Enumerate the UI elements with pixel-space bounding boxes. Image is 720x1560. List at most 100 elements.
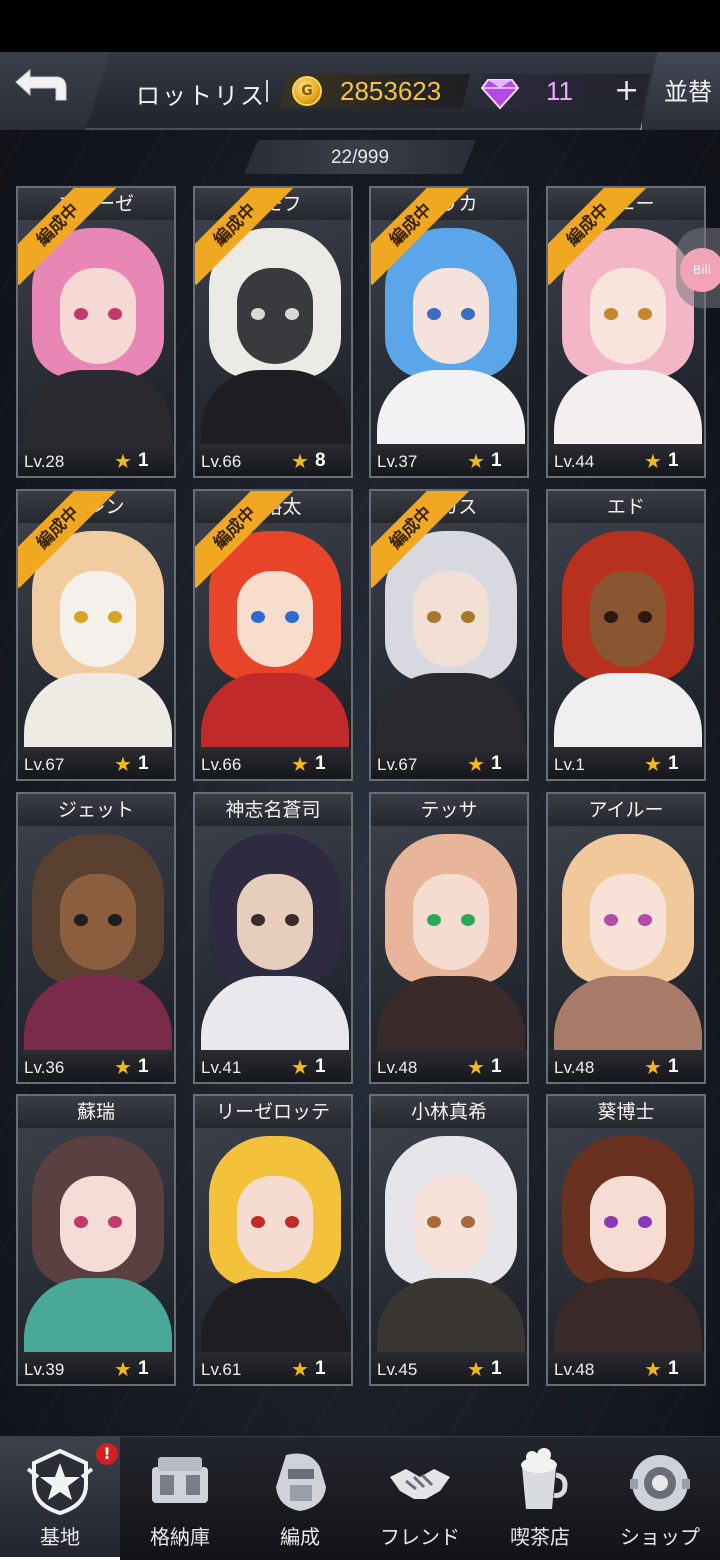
portrait-face [60,874,136,970]
character-card[interactable]: エド Lv.1 ★ 1 [546,489,706,781]
nav-shop-capsule[interactable]: ショップ [600,1437,720,1560]
screen: ロットリス G 2853623 11 + 並替 22/999 エリーゼ Lv.2… [0,52,720,1560]
portrait-outfit [201,1278,349,1356]
nav-formation[interactable]: 編成 [240,1437,360,1560]
character-card[interactable]: エリーゼ Lv.28 ★ 1 編成中 [16,186,176,478]
character-stars: 1 [491,1358,502,1379]
floating-widget-label: Bili [680,248,720,292]
portrait-eye [638,611,652,623]
portrait-eye [74,1216,88,1228]
star-icon: ★ [467,752,485,776]
portrait-eye [285,308,299,320]
character-stars: 1 [138,1358,149,1379]
character-level: Lv.44 [554,452,595,471]
portrait-face [237,874,313,970]
character-card[interactable]: ベモフ Lv.66 ★ 8 編成中 [193,186,353,478]
star-icon: ★ [291,752,309,776]
portrait-outfit [554,1278,702,1356]
portrait-eye [461,611,475,623]
star-icon: ★ [114,449,132,473]
portrait-outfit [377,976,525,1054]
nav-hangar[interactable]: 格納庫 [120,1437,240,1560]
character-card[interactable]: ルカス Lv.67 ★ 1 編成中 [369,489,529,781]
character-level: Lv.48 [554,1058,595,1077]
character-level: Lv.67 [24,755,65,774]
portrait-face [60,1176,136,1272]
add-gems-button[interactable]: + [614,76,639,106]
character-name: 小林真希 [371,1096,527,1128]
star-icon: ★ [644,1055,662,1079]
character-card[interactable]: アイルー Lv.48 ★ 1 [546,792,706,1084]
portrait-face [413,1176,489,1272]
portrait-eye [427,914,441,926]
sort-button[interactable]: 並替 [640,52,720,130]
nav-base-emblem[interactable]: 基地! [0,1437,120,1560]
portrait-eye [74,308,88,320]
character-name: 葵博士 [548,1096,704,1128]
character-level: Lv.37 [377,452,418,471]
character-card[interactable]: イレン Lv.67 ★ 1 編成中 [16,489,176,781]
gold-value: 2853623 [340,76,442,106]
character-card[interactable]: 星裕太 Lv.66 ★ 1 編成中 [193,489,353,781]
portrait-eye [604,611,618,623]
character-portrait [18,826,174,1054]
portrait-face [590,268,666,364]
character-level: Lv.45 [377,1360,418,1379]
character-card[interactable]: 葵博士 Lv.48 ★ 1 [546,1094,706,1386]
portrait-eye [427,308,441,320]
character-level: Lv.1 [554,755,585,774]
portrait-outfit [24,1278,172,1356]
portrait-eye [604,914,618,926]
portrait-outfit [201,976,349,1054]
star-icon: ★ [114,1055,132,1079]
portrait-outfit [554,976,702,1054]
portrait-outfit [377,1278,525,1356]
character-card[interactable]: 蘇瑞 Lv.39 ★ 1 [16,1094,176,1386]
portrait-eye [251,611,265,623]
character-card[interactable]: 神志名蒼司 Lv.41 ★ 1 [193,792,353,1084]
portrait-outfit [377,673,525,751]
character-name: エド [548,491,704,523]
character-portrait [371,1128,527,1356]
character-stars: 1 [315,1056,326,1077]
star-icon: ★ [291,449,309,473]
nav-handshake[interactable]: フレンド [360,1437,480,1560]
nav-cafe-cup[interactable]: 喫茶店 [480,1437,600,1560]
floating-widget[interactable]: Bili [676,228,720,308]
character-level: Lv.28 [24,452,65,471]
player-name: ロットリス [136,82,266,110]
nav-label: ショップ [620,1525,700,1549]
portrait-outfit [201,370,349,448]
sort-label: 並替 [664,78,712,106]
character-level: Lv.48 [377,1058,418,1077]
star-icon: ★ [291,1055,309,1079]
gold-coin-icon: G [292,76,322,106]
star-icon: ★ [467,1357,485,1381]
portrait-eye [427,1216,441,1228]
character-card[interactable]: リーゼロッテ Lv.61 ★ 1 [193,1094,353,1386]
character-stars: 1 [491,753,502,774]
portrait-eye [638,1216,652,1228]
character-card[interactable]: 小林真希 Lv.45 ★ 1 [369,1094,529,1386]
character-portrait [371,826,527,1054]
back-button[interactable] [0,52,110,130]
portrait-eye [604,1216,618,1228]
character-level: Lv.67 [377,755,418,774]
star-icon: ★ [291,1357,309,1381]
nav-label: フレンド [380,1525,460,1549]
portrait-eye [74,914,88,926]
character-card[interactable]: ジェット Lv.36 ★ 1 [16,792,176,1084]
portrait-eye [251,914,265,926]
portrait-eye [427,611,441,623]
portrait-face [60,268,136,364]
portrait-face [237,571,313,667]
gem-value: 11 [546,76,573,106]
character-portrait [195,826,351,1054]
portrait-eye [251,308,265,320]
portrait-eye [74,611,88,623]
portrait-eye [108,308,122,320]
character-card[interactable]: エリカ Lv.37 ★ 1 編成中 [369,186,529,478]
portrait-face [590,571,666,667]
character-card[interactable]: サニー Lv.44 ★ 1 編成中 [546,186,706,478]
character-card[interactable]: テッサ Lv.48 ★ 1 [369,792,529,1084]
